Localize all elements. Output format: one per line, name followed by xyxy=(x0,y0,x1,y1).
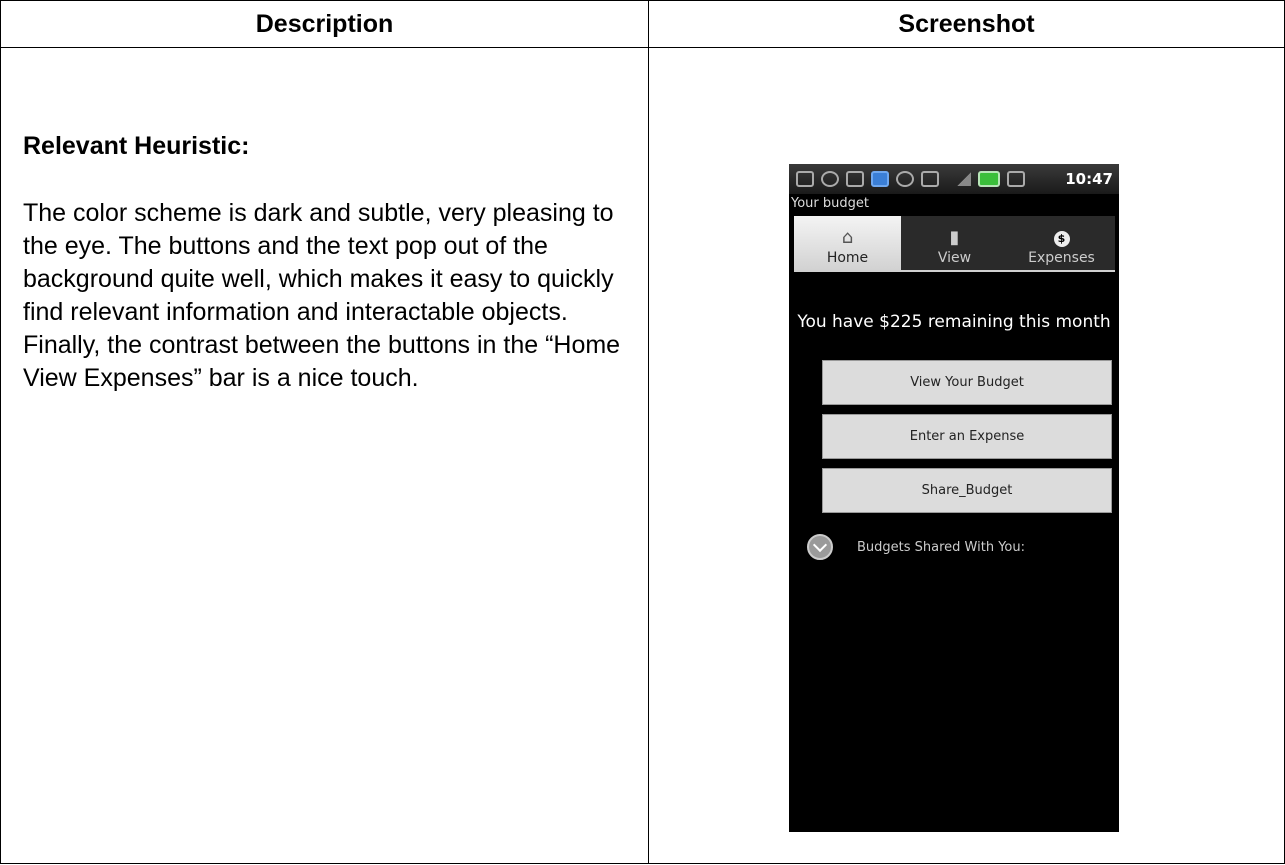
tab-view[interactable]: ▮ View xyxy=(901,216,1008,270)
status-time: 10:47 xyxy=(1065,170,1113,188)
chat-notification-icon xyxy=(871,171,889,187)
tab-expenses[interactable]: $ Expenses xyxy=(1008,216,1115,270)
remaining-budget-text: You have $225 remaining this month xyxy=(797,312,1111,332)
description-cell: Relevant Heuristic: The color scheme is … xyxy=(0,47,649,864)
wifi-icon xyxy=(896,171,914,187)
signal-icon xyxy=(957,172,971,186)
share-budget-button[interactable]: Share_Budget xyxy=(822,468,1112,513)
description-text: The color scheme is dark and subtle, ver… xyxy=(23,199,621,392)
evaluation-table: Description Screenshot Relevant Heuristi… xyxy=(0,0,1285,864)
description-header: Description xyxy=(0,0,649,48)
usb-icon xyxy=(921,171,939,187)
enter-expense-button[interactable]: Enter an Expense xyxy=(822,414,1112,459)
tab-home[interactable]: ⌂ Home xyxy=(794,216,901,270)
alarm-icon xyxy=(1007,171,1025,187)
chevron-down-icon[interactable] xyxy=(807,534,833,560)
tab-bar: ⌂ Home ▮ View $ Expenses xyxy=(794,216,1115,272)
tab-home-label: Home xyxy=(826,250,869,266)
phone-screenshot: 10:47 Your budget ⌂ Home ▮ View $ Expens… xyxy=(789,164,1119,832)
view-budget-button[interactable]: View Your Budget xyxy=(822,360,1112,405)
screenshot-header: Screenshot xyxy=(648,0,1285,48)
status-bar: 10:47 xyxy=(789,164,1119,194)
mail-icon xyxy=(796,171,814,187)
app-title: Your budget xyxy=(791,196,869,211)
battery-icon xyxy=(978,171,1000,187)
home-icon: ⌂ xyxy=(841,227,854,248)
heuristic-heading: Relevant Heuristic: xyxy=(23,132,250,160)
email-icon xyxy=(846,171,864,187)
tab-view-label: View xyxy=(937,250,972,266)
view-icon: ▮ xyxy=(949,227,960,248)
tab-expenses-label: Expenses xyxy=(1028,250,1095,266)
shared-budgets-label: Budgets Shared With You: xyxy=(857,539,1025,555)
shared-budgets-row[interactable]: Budgets Shared With You: xyxy=(807,534,1025,560)
sync-icon xyxy=(821,171,839,187)
screenshot-cell: 10:47 Your budget ⌂ Home ▮ View $ Expens… xyxy=(648,47,1285,864)
dollar-coin-icon: $ xyxy=(1053,231,1070,247)
